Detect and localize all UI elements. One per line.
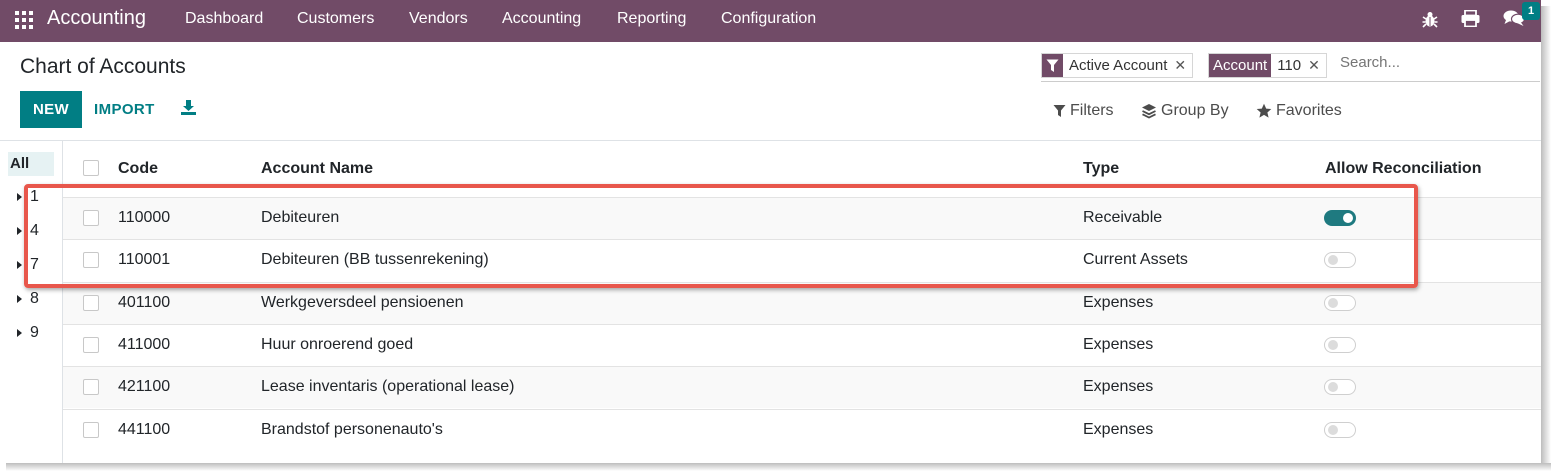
app-title[interactable]: Accounting: [47, 7, 146, 30]
table-row[interactable]: 441100 Brandstof personenauto's Expenses: [63, 409, 1541, 451]
import-button[interactable]: IMPORT: [94, 101, 155, 118]
search-input[interactable]: [1340, 54, 1530, 71]
table-row[interactable]: 411000 Huur onroerend goed Expenses: [63, 324, 1541, 366]
highlight-box: [24, 184, 1418, 288]
layers-icon: [1142, 104, 1156, 119]
side-panel-all[interactable]: All: [8, 152, 54, 176]
star-icon: [1256, 103, 1272, 118]
apps-menu-icon[interactable]: [15, 11, 33, 29]
menu-accounting[interactable]: Accounting: [502, 10, 581, 28]
side-group-9[interactable]: 9: [17, 324, 39, 342]
download-icon[interactable]: [180, 99, 197, 121]
type-cell: Expenses: [1083, 378, 1154, 395]
caret-right-icon: [17, 193, 22, 201]
menu-customers[interactable]: Customers: [297, 10, 374, 28]
row-checkbox[interactable]: [83, 422, 99, 438]
caret-right-icon: [17, 329, 22, 337]
reconcile-toggle[interactable]: [1324, 422, 1356, 438]
group-by-button[interactable]: Group By: [1141, 102, 1229, 120]
column-header-type[interactable]: Type: [1083, 160, 1119, 178]
menu-reporting[interactable]: Reporting: [617, 10, 686, 28]
account-name-cell: Huur onroerend goed: [261, 336, 414, 353]
caret-right-icon: [17, 295, 22, 303]
search-bar[interactable]: Active Account ✕ Account 110 ✕: [1041, 52, 1540, 82]
table-row[interactable]: 401100 Werkgeversdeel pensioenen Expense…: [63, 282, 1541, 324]
remove-facet-icon[interactable]: ✕: [1174, 57, 1186, 74]
filter-icon: [1042, 54, 1063, 77]
facet-account[interactable]: Account 110 ✕: [1208, 53, 1327, 78]
row-checkbox[interactable]: [83, 379, 99, 395]
page-title: Chart of Accounts: [20, 55, 186, 78]
filter-icon: [1053, 105, 1066, 117]
account-name-cell: Werkgeversdeel pensioenen: [261, 294, 464, 311]
select-all-checkbox[interactable]: [83, 160, 99, 176]
favorites-label: Favorites: [1276, 102, 1342, 119]
menu-vendors[interactable]: Vendors: [409, 10, 468, 28]
code-cell: 421100: [118, 378, 171, 395]
filters-button[interactable]: Filters: [1053, 102, 1114, 120]
reconcile-toggle[interactable]: [1324, 337, 1356, 353]
facet-value: Active Account: [1069, 57, 1168, 74]
group-by-label: Group By: [1161, 102, 1229, 119]
type-cell: Expenses: [1083, 294, 1154, 311]
new-button[interactable]: NEW: [20, 91, 82, 128]
window-shadow: [6, 463, 1551, 471]
bug-icon[interactable]: [1422, 10, 1438, 33]
type-cell: Expenses: [1083, 336, 1154, 353]
column-header-account-name[interactable]: Account Name: [261, 160, 373, 178]
window-shadow: [1541, 6, 1551, 469]
print-icon[interactable]: [1461, 9, 1480, 32]
caret-right-icon: [17, 227, 22, 235]
top-navbar: Accounting Dashboard Customers Vendors A…: [0, 0, 1541, 42]
remove-facet-icon[interactable]: ✕: [1308, 57, 1320, 74]
code-cell: 411000: [118, 336, 171, 353]
caret-right-icon: [17, 261, 22, 269]
favorites-button[interactable]: Favorites: [1256, 102, 1342, 120]
reconcile-toggle[interactable]: [1324, 295, 1356, 311]
code-cell: 441100: [118, 421, 171, 438]
side-group-8[interactable]: 8: [17, 290, 39, 308]
row-checkbox[interactable]: [83, 337, 99, 353]
account-name-cell: Lease inventaris (operational lease): [261, 378, 515, 395]
app-window: Accounting Dashboard Customers Vendors A…: [0, 0, 1541, 463]
filters-label: Filters: [1070, 102, 1114, 119]
menu-dashboard[interactable]: Dashboard: [185, 10, 263, 28]
divider: [0, 140, 1541, 141]
account-name-cell: Brandstof personenauto's: [261, 421, 443, 438]
facet-label: Account: [1209, 54, 1272, 77]
facet-value: 110: [1277, 57, 1302, 74]
row-checkbox[interactable]: [83, 295, 99, 311]
column-header-allow-reconciliation[interactable]: Allow Reconciliation: [1325, 160, 1481, 178]
type-cell: Expenses: [1083, 421, 1154, 438]
chat-count-badge: 1: [1522, 2, 1540, 20]
facet-active-account[interactable]: Active Account ✕: [1041, 53, 1194, 78]
column-header-code[interactable]: Code: [118, 160, 158, 178]
menu-configuration[interactable]: Configuration: [721, 10, 816, 28]
reconcile-toggle[interactable]: [1324, 379, 1356, 395]
table-row[interactable]: 421100 Lease inventaris (operational lea…: [63, 366, 1541, 408]
code-cell: 401100: [118, 294, 171, 311]
